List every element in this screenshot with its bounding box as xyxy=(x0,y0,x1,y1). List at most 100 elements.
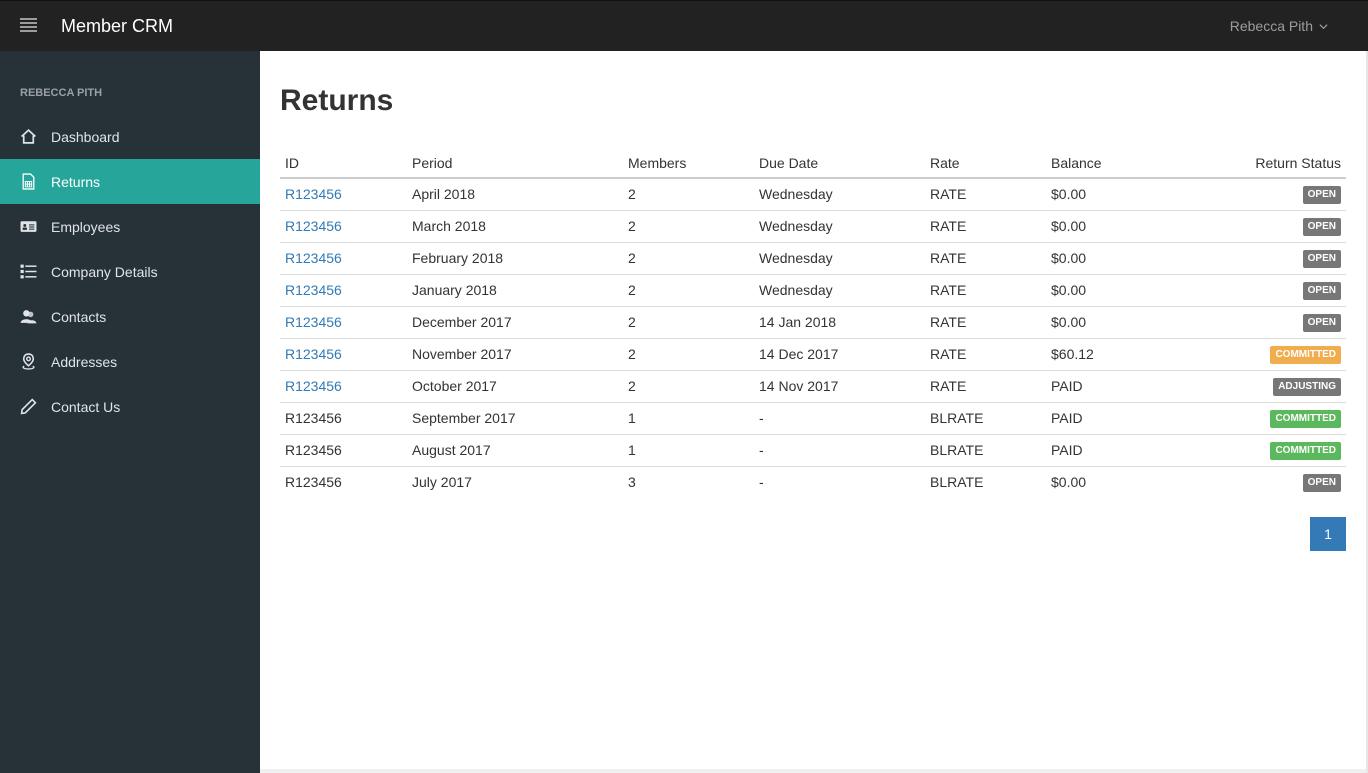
sidebar-item-employees[interactable]: Employees xyxy=(0,204,260,249)
sidebar-item-label: Company Details xyxy=(51,263,158,280)
table-row: R123456 March 2018 2 Wednesday RATE $0.00 OPEN xyxy=(280,210,1346,243)
home-icon xyxy=(20,128,37,145)
cell-balance: $0.00 xyxy=(1046,242,1196,275)
cell-id: R123456 xyxy=(280,434,407,467)
cell-balance: $0.00 xyxy=(1046,210,1196,243)
cell-period: July 2017 xyxy=(412,474,472,491)
cell-members: 2 xyxy=(623,210,754,243)
map-marker-icon xyxy=(20,353,37,370)
top-navbar: Member CRM Rebecca Pith xyxy=(0,0,1368,51)
cell-id: R123456 xyxy=(280,210,407,243)
cell-due-date: - xyxy=(759,474,764,491)
chevron-down-icon xyxy=(1319,23,1328,29)
cell-balance: PAID xyxy=(1046,402,1196,435)
cell-status: OPEN xyxy=(1196,466,1346,498)
sidebar-item-label: Employees xyxy=(51,218,121,235)
sidebar-item-label: Dashboard xyxy=(51,128,120,145)
cell-status: OPEN xyxy=(1196,306,1346,339)
cell-due-date: 14 Jan 2018 xyxy=(754,306,925,339)
list-icon xyxy=(20,263,37,280)
cell-status: COMMITTED xyxy=(1196,402,1346,435)
return-id-link[interactable]: R123456 xyxy=(285,218,342,234)
sidebar-item-label: Returns xyxy=(51,173,101,190)
cell-rate: RATE xyxy=(925,338,1046,371)
sidebar-item-dashboard[interactable]: Dashboard xyxy=(0,114,260,159)
cell-period: March 2018 xyxy=(407,210,623,243)
cell-rate: RATE xyxy=(925,306,1046,339)
status-badge: OPEN xyxy=(1302,218,1341,236)
cell-id: R123456 xyxy=(285,474,342,491)
status-badge: OPEN xyxy=(1302,250,1341,268)
cell-period: April 2018 xyxy=(407,178,623,211)
cell-status: COMMITTED xyxy=(1196,434,1346,467)
brand-title[interactable]: Member CRM xyxy=(61,16,173,37)
column-header-due-date: Due Date xyxy=(754,148,925,179)
table-row: R123456 August 2017 1- BLRATE PAID COMMITTED xyxy=(280,434,1346,467)
cell-due-date: Wednesday xyxy=(754,274,925,307)
cell-rate: RATE xyxy=(925,242,1046,275)
cell-status: OPEN xyxy=(1196,210,1346,243)
return-id-link[interactable]: R123456 xyxy=(285,378,342,394)
page-title: Returns xyxy=(280,84,394,117)
cell-members: 2 xyxy=(623,338,754,371)
cell-members: 2 xyxy=(623,370,754,403)
sidebar-nav: Dashboard Returns Employees Company Deta… xyxy=(0,114,260,429)
return-id-link[interactable]: R123456 xyxy=(285,314,342,330)
cell-period: February 2018 xyxy=(407,242,623,275)
cell-id: R123456 xyxy=(280,178,407,211)
cell-period: December 2017 xyxy=(407,306,623,339)
cell-rate: RATE xyxy=(925,178,1046,211)
return-id-link[interactable]: R123456 xyxy=(285,250,342,266)
table-row: R123456 January 2018 2 Wednesday RATE $0.00 OP… xyxy=(280,274,1346,307)
sidebar-item-returns[interactable]: Returns xyxy=(0,159,260,204)
cell-status: COMMITTED xyxy=(1196,338,1346,371)
column-header-rate: Rate xyxy=(925,148,1046,179)
return-id-link[interactable]: R123456 xyxy=(285,186,342,202)
column-header-balance: Balance xyxy=(1046,148,1196,179)
cell-period: January 2018 xyxy=(407,274,623,307)
cell-balance: $0.00 xyxy=(1046,178,1196,211)
cell-due-date: Wednesday xyxy=(754,178,925,211)
return-id-link[interactable]: R123456 xyxy=(285,282,342,298)
status-badge: COMMITTED xyxy=(1270,410,1341,428)
cell-id: R123456 xyxy=(280,402,407,435)
cell-rate: BLRATE xyxy=(925,402,1046,435)
page-button-1[interactable]: 1 xyxy=(1310,517,1346,551)
cell-balance: $0.00 xyxy=(1046,274,1196,307)
cell-rate: RATE xyxy=(925,370,1046,403)
cell-members: 3 xyxy=(628,474,636,491)
cell-due-date: - xyxy=(754,434,925,467)
column-header-period: Period xyxy=(407,148,623,179)
sidebar-item-company-details[interactable]: Company Details xyxy=(0,249,260,294)
pagination: 1 xyxy=(1310,517,1346,551)
hamburger-icon[interactable] xyxy=(20,18,37,33)
cell-members: 2 xyxy=(623,274,754,307)
status-badge: COMMITTED xyxy=(1270,442,1341,460)
cell-rate: RATE xyxy=(925,210,1046,243)
cell-members: 2 xyxy=(623,178,754,211)
cell-due-date: Wednesday xyxy=(754,210,925,243)
status-badge: ADJUSTING xyxy=(1273,378,1341,396)
sidebar-item-contacts[interactable]: Contacts xyxy=(0,294,260,339)
sidebar-item-addresses[interactable]: Addresses xyxy=(0,339,260,384)
return-id-link[interactable]: R123456 xyxy=(285,346,342,362)
cell-id: R123456 xyxy=(280,306,407,339)
cell-period: September 2017 xyxy=(407,402,623,435)
cell-due-date: Wednesday xyxy=(754,242,925,275)
table-row: R123456 November 2017 2 14 Dec 2017 RATE $60.… xyxy=(280,338,1346,371)
sidebar-item-contact-us[interactable]: Contact Us xyxy=(0,384,260,429)
column-header-id: ID xyxy=(280,148,407,179)
users-icon xyxy=(20,308,37,325)
cell-status: OPEN xyxy=(1196,178,1346,211)
table-row: R123456 September 2017 1- BLRATE PAID COMMITT… xyxy=(280,402,1346,435)
cell-balance: PAID xyxy=(1046,370,1196,403)
cell-due-date: 14 Nov 2017 xyxy=(754,370,925,403)
table-row: R123456 October 2017 2 14 Nov 2017 RATE PAID A… xyxy=(280,370,1346,403)
cell-status: OPEN xyxy=(1196,274,1346,307)
cell-period: October 2017 xyxy=(407,370,623,403)
cell-balance: $0.00 xyxy=(1051,474,1087,491)
user-menu[interactable]: Rebecca Pith xyxy=(1230,18,1328,34)
cell-members: 1 xyxy=(623,434,754,467)
cell-members: 2 xyxy=(623,306,754,339)
cell-id: R123456 xyxy=(280,242,407,275)
